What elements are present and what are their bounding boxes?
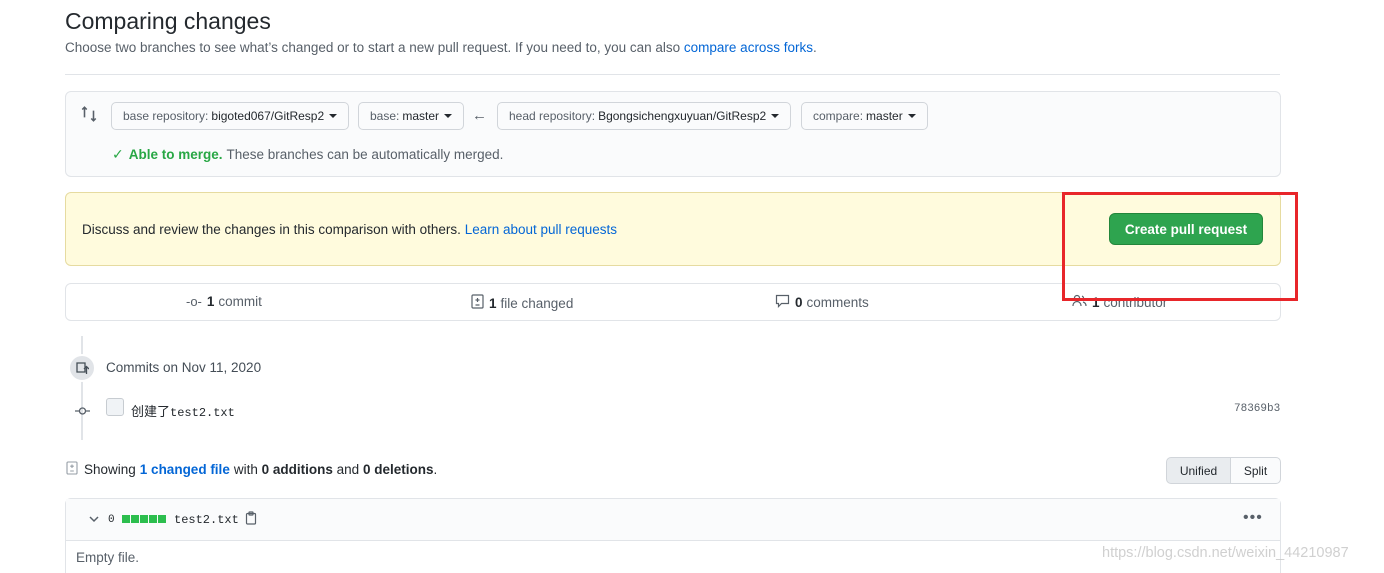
base-branch-value: master <box>402 109 440 123</box>
flash-message: Discuss and review the changes in this c… <box>82 222 617 237</box>
clipboard-icon[interactable] <box>245 511 257 528</box>
repo-push-icon <box>68 354 96 382</box>
subtitle-end: . <box>812 40 817 55</box>
comment-icon <box>775 294 790 311</box>
files-changed-stat[interactable]: 1 file changed <box>471 294 573 312</box>
commits-count: 1 <box>206 294 215 309</box>
unified-view-button[interactable]: Unified <box>1166 457 1231 484</box>
with-label: with <box>233 462 258 477</box>
caret-icon <box>444 114 453 118</box>
comments-label: comments <box>806 295 869 310</box>
divider <box>65 74 1280 75</box>
kebab-icon[interactable]: ••• <box>1243 509 1263 527</box>
subtitle-text: Choose two branches to see what’s change… <box>65 40 681 55</box>
commit-sha-link[interactable]: 78369b3 <box>1234 403 1280 415</box>
highlight-box <box>1062 192 1298 301</box>
timeline-line <box>81 336 83 440</box>
avatar[interactable] <box>106 398 124 416</box>
flash-text: Discuss and review the changes in this c… <box>82 222 461 237</box>
base-repository-select[interactable]: base repository: bigoted067/GitResp2 <box>111 102 350 130</box>
commit-message-link[interactable]: 创建了test2.txt <box>131 401 235 420</box>
showing-label: Showing <box>84 462 136 477</box>
compare-branch-select[interactable]: compare: master <box>801 102 928 130</box>
merge-status: ✓ Able to merge. These branches can be a… <box>112 146 503 163</box>
caret-icon <box>771 114 780 118</box>
summary-period: . <box>433 462 438 477</box>
and-label: and <box>336 462 360 477</box>
comments-stat[interactable]: 0 comments <box>775 294 869 311</box>
comments-count: 0 <box>795 295 803 310</box>
check-icon: ✓ <box>112 146 124 162</box>
caret-icon <box>907 114 916 118</box>
learn-pull-requests-link[interactable]: Learn about pull requests <box>465 222 617 237</box>
commits-date-heading: Commits on Nov 11, 2020 <box>106 360 262 375</box>
compare-icon <box>80 105 98 123</box>
watermark-text: https://blog.csdn.net/weixin_44210987 <box>1102 545 1349 561</box>
base-branch-label: base: <box>370 109 400 123</box>
page-title: Comparing changes <box>65 8 271 34</box>
empty-file-message: Empty file. <box>76 550 140 565</box>
file-name-link[interactable]: test2.txt <box>174 513 239 527</box>
base-repository-value: bigoted067/GitResp2 <box>211 109 325 123</box>
head-repository-select[interactable]: head repository: Bgongsichengxuyuan/GitR… <box>497 102 792 130</box>
diff-line-count: 0 <box>108 514 115 526</box>
merge-ok-label: Able to merge. <box>128 147 223 162</box>
diffstat-block <box>122 515 130 523</box>
diffstat-blocks <box>122 515 166 523</box>
head-repository-label: head repository: <box>509 109 596 123</box>
chevron-down-icon[interactable] <box>88 513 100 528</box>
changed-files-link[interactable]: 1 changed file <box>140 462 230 477</box>
split-view-button[interactable]: Split <box>1230 457 1281 484</box>
diffstat-block <box>140 515 148 523</box>
commit-icon <box>75 403 90 415</box>
diffstat-block <box>149 515 157 523</box>
diff-summary: Showing 1 changed file with 0 additions … <box>66 461 437 478</box>
file-diff-icon <box>471 294 484 312</box>
diffstat-block <box>158 515 166 523</box>
commits-label: commit <box>218 294 262 309</box>
merge-status-text: These branches can be automatically merg… <box>226 147 504 162</box>
files-changed-label: file changed <box>500 295 574 311</box>
additions-count: 0 additions <box>261 462 333 477</box>
compare-branch-label: compare: <box>813 109 864 123</box>
commit-message-prefix: 创建了 <box>131 404 171 419</box>
arrow-left-icon: ← <box>472 107 487 124</box>
base-branch-select[interactable]: base: master <box>358 102 465 130</box>
files-changed-count: 1 <box>489 295 497 311</box>
commits-stat[interactable]: -o- 1 commit <box>186 294 262 309</box>
deletions-count: 0 deletions <box>362 462 434 477</box>
file-diff-icon <box>66 461 78 478</box>
commit-message-file: test2.txt <box>170 406 235 420</box>
compare-across-forks-link[interactable]: compare across forks <box>684 40 813 55</box>
caret-icon <box>329 114 338 118</box>
compare-branch-value: master <box>866 109 903 123</box>
commit-icon: -o- <box>186 294 202 309</box>
page-subtitle: Choose two branches to see what’s change… <box>65 40 817 55</box>
head-repository-value: Bgongsichengxuyuan/GitResp2 <box>598 109 767 123</box>
diffstat-block <box>131 515 139 523</box>
base-repository-label: base repository: <box>123 109 209 123</box>
